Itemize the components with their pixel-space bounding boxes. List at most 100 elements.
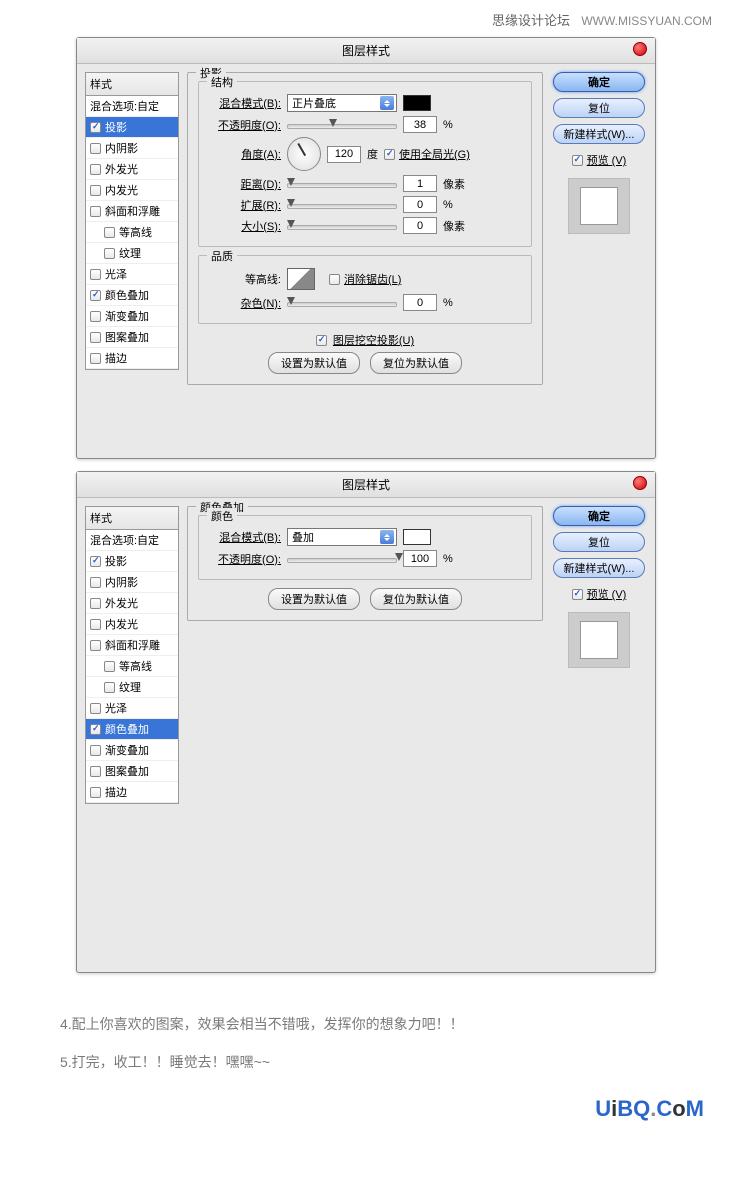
titlebar[interactable]: 图层样式 — [77, 38, 655, 64]
checkbox-icon[interactable] — [90, 787, 101, 798]
style-item-satin[interactable]: 光泽 — [86, 698, 178, 719]
style-item-texture[interactable]: 纹理 — [86, 243, 178, 264]
blend-mode-select[interactable]: 正片叠底 — [287, 94, 397, 112]
checkbox-icon[interactable] — [90, 766, 101, 777]
checkbox-icon[interactable] — [90, 640, 101, 651]
style-item-inner-shadow[interactable]: 内阴影 — [86, 138, 178, 159]
style-item-bevel[interactable]: 斜面和浮雕 — [86, 201, 178, 222]
blend-mode-label: 混合模式(B): — [209, 529, 281, 545]
spread-input[interactable] — [403, 196, 437, 213]
style-item-pattern-overlay[interactable]: 图案叠加 — [86, 327, 178, 348]
size-slider[interactable] — [287, 219, 397, 233]
color-swatch[interactable] — [403, 529, 431, 545]
checkbox-icon[interactable] — [90, 122, 101, 133]
opacity-input[interactable] — [403, 116, 437, 133]
contour-picker[interactable] — [287, 268, 315, 290]
titlebar[interactable]: 图层样式 — [77, 472, 655, 498]
blend-mode-select[interactable]: 叠加 — [287, 528, 397, 546]
style-item-contour[interactable]: 等高线 — [86, 656, 178, 677]
new-style-button[interactable]: 新建样式(W)... — [553, 558, 645, 578]
style-item-color-overlay[interactable]: 颜色叠加 — [86, 285, 178, 306]
checkbox-icon[interactable] — [90, 164, 101, 175]
new-style-button[interactable]: 新建样式(W)... — [553, 124, 645, 144]
checkbox-icon[interactable] — [90, 577, 101, 588]
checkbox-icon[interactable] — [90, 206, 101, 217]
opacity-slider[interactable] — [287, 118, 397, 132]
style-item-bevel[interactable]: 斜面和浮雕 — [86, 635, 178, 656]
checkbox-icon[interactable] — [572, 155, 583, 166]
style-item-inner-shadow[interactable]: 内阴影 — [86, 572, 178, 593]
style-item-outer-glow[interactable]: 外发光 — [86, 159, 178, 180]
style-item-stroke[interactable]: 描边 — [86, 348, 178, 369]
reset-button[interactable]: 复位 — [553, 532, 645, 552]
angle-dial[interactable] — [287, 137, 321, 171]
checkbox-icon[interactable] — [90, 598, 101, 609]
noise-input[interactable] — [403, 294, 437, 311]
style-item-contour[interactable]: 等高线 — [86, 222, 178, 243]
styles-column: 样式 混合选项:自定 投影 内阴影 外发光 内发光 斜面和浮雕 等高线 纹理 光… — [85, 506, 179, 964]
size-input[interactable] — [403, 217, 437, 234]
distance-slider[interactable] — [287, 177, 397, 191]
checkbox-icon[interactable] — [384, 149, 395, 160]
angle-input[interactable] — [327, 146, 361, 163]
checkbox-icon[interactable] — [90, 745, 101, 756]
slider-thumb-icon[interactable] — [395, 553, 403, 561]
checkbox-icon[interactable] — [90, 353, 101, 364]
checkbox-icon[interactable] — [104, 227, 115, 238]
checkbox-icon[interactable] — [316, 335, 327, 346]
style-item-gradient-overlay[interactable]: 渐变叠加 — [86, 740, 178, 761]
style-item-outer-glow[interactable]: 外发光 — [86, 593, 178, 614]
checkbox-icon[interactable] — [90, 269, 101, 280]
styles-header[interactable]: 样式 — [85, 72, 179, 96]
checkbox-icon[interactable] — [90, 143, 101, 154]
ok-button[interactable]: 确定 — [553, 72, 645, 92]
noise-slider[interactable] — [287, 296, 397, 310]
reset-defaults-button[interactable]: 复位为默认值 — [370, 352, 462, 374]
reset-defaults-button[interactable]: 复位为默认值 — [370, 588, 462, 610]
blend-options-item[interactable]: 混合选项:自定 — [86, 96, 178, 117]
close-icon[interactable] — [633, 476, 647, 490]
checkbox-icon[interactable] — [90, 311, 101, 322]
distance-input[interactable] — [403, 175, 437, 192]
checkbox-icon[interactable] — [104, 682, 115, 693]
style-item-inner-glow[interactable]: 内发光 — [86, 180, 178, 201]
style-item-gradient-overlay[interactable]: 渐变叠加 — [86, 306, 178, 327]
style-item-color-overlay[interactable]: 颜色叠加 — [86, 719, 178, 740]
opacity-input[interactable] — [403, 550, 437, 567]
checkbox-icon[interactable] — [90, 556, 101, 567]
checkbox-icon[interactable] — [90, 724, 101, 735]
checkbox-icon[interactable] — [90, 703, 101, 714]
slider-thumb-icon[interactable] — [329, 119, 337, 127]
ok-button[interactable]: 确定 — [553, 506, 645, 526]
opacity-label: 不透明度(O): — [209, 551, 281, 567]
style-item-drop-shadow[interactable]: 投影 — [86, 117, 178, 138]
checkbox-icon[interactable] — [329, 274, 340, 285]
styles-header[interactable]: 样式 — [85, 506, 179, 530]
checkbox-icon[interactable] — [104, 248, 115, 259]
checkbox-icon[interactable] — [90, 619, 101, 630]
close-icon[interactable] — [633, 42, 647, 56]
checkbox-icon[interactable] — [572, 589, 583, 600]
checkbox-icon[interactable] — [90, 290, 101, 301]
checkbox-icon[interactable] — [90, 332, 101, 343]
opacity-slider[interactable] — [287, 552, 397, 566]
slider-thumb-icon[interactable] — [287, 220, 295, 228]
style-item-inner-glow[interactable]: 内发光 — [86, 614, 178, 635]
color-swatch[interactable] — [403, 95, 431, 111]
style-item-drop-shadow[interactable]: 投影 — [86, 551, 178, 572]
style-item-texture[interactable]: 纹理 — [86, 677, 178, 698]
style-item-satin[interactable]: 光泽 — [86, 264, 178, 285]
slider-thumb-icon[interactable] — [287, 178, 295, 186]
reset-button[interactable]: 复位 — [553, 98, 645, 118]
slider-thumb-icon[interactable] — [287, 297, 295, 305]
style-item-pattern-overlay[interactable]: 图案叠加 — [86, 761, 178, 782]
set-defaults-button[interactable]: 设置为默认值 — [268, 352, 360, 374]
slider-thumb-icon[interactable] — [287, 199, 295, 207]
style-item-stroke[interactable]: 描边 — [86, 782, 178, 803]
checkbox-icon[interactable] — [104, 661, 115, 672]
spread-slider[interactable] — [287, 198, 397, 212]
blend-options-item[interactable]: 混合选项:自定 — [86, 530, 178, 551]
set-defaults-button[interactable]: 设置为默认值 — [268, 588, 360, 610]
checkbox-icon[interactable] — [90, 185, 101, 196]
spread-unit: % — [443, 199, 453, 211]
